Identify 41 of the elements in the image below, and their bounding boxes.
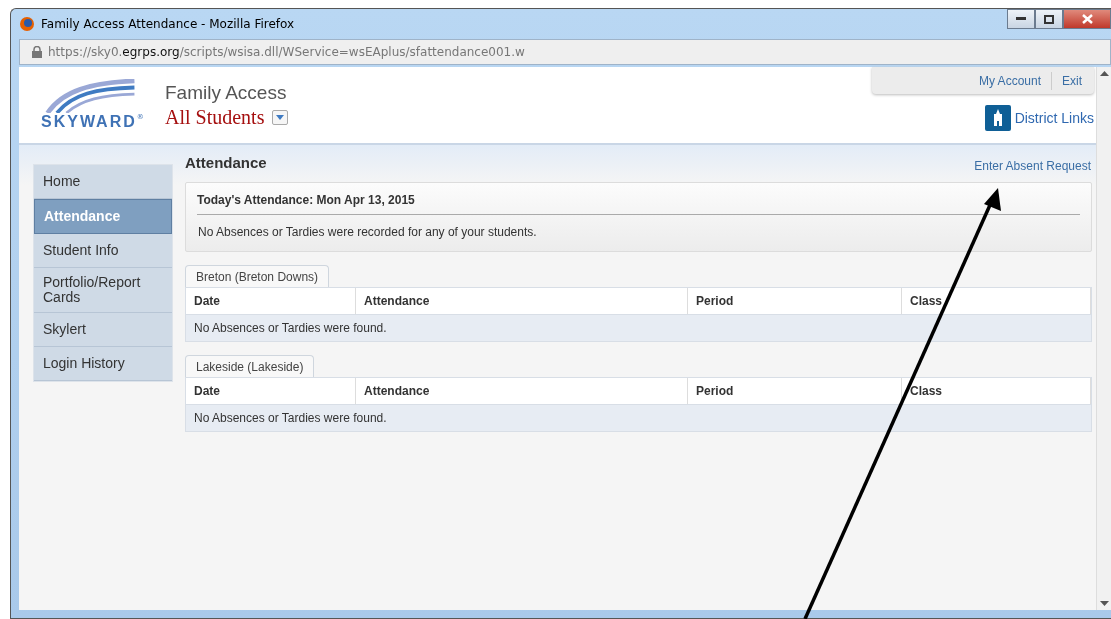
empty-message: No Absences or Tardies were found.: [193, 410, 388, 427]
header-link[interactable]: Exit: [1062, 73, 1082, 88]
window-title: Family Access Attendance - Mozilla Firefox: [41, 17, 295, 31]
column-header: Class: [902, 378, 1091, 404]
scrollbar[interactable]: [1096, 67, 1111, 610]
sidebar-item[interactable]: Skylert: [34, 313, 172, 347]
column-header: Period: [688, 288, 902, 314]
school-tab[interactable]: Breton (Breton Downs): [185, 265, 330, 287]
sidebar-item[interactable]: Login History: [34, 347, 172, 381]
column-header: Period: [688, 378, 902, 404]
address-bar[interactable]: https://sky0.egrps.org/scripts/wsisa.dll/WService=wsEAplus/sfattendance001.w: [19, 39, 1111, 65]
district-links-link[interactable]: District Links: [1014, 110, 1094, 126]
caret-icon: [276, 114, 285, 120]
column-header: Attendance: [356, 378, 688, 404]
column-header: Date: [186, 378, 356, 404]
sidebar-item[interactable]: Portfolio/Report Cards: [34, 268, 172, 313]
today-message: No Absences or Tardies were recorded for any of your students.: [197, 224, 538, 241]
product-name: Family Access: [165, 81, 288, 104]
scroll-up-icon[interactable]: [1099, 71, 1109, 76]
logo-text: SKYWARD: [41, 113, 137, 131]
browser-logo-icon: [19, 16, 35, 32]
absent-request-link[interactable]: Enter Absent Request: [974, 159, 1091, 173]
minimize-icon: [1016, 17, 1026, 21]
page-title: Attendance: [185, 154, 267, 171]
lock-icon: [32, 46, 42, 58]
close-icon: [1081, 14, 1093, 24]
empty-message: No Absences or Tardies were found.: [193, 320, 388, 337]
close-button[interactable]: [1063, 9, 1111, 29]
maximize-button[interactable]: [1035, 9, 1063, 29]
student-selector[interactable]: All Students: [165, 105, 265, 129]
school-tab[interactable]: Lakeside (Lakeside): [185, 355, 315, 377]
sidebar-item[interactable]: Student Info: [34, 234, 172, 268]
restore-icon: [1044, 14, 1054, 24]
column-header: Class: [902, 288, 1091, 314]
column-header: Date: [186, 288, 356, 314]
dropdown-button[interactable]: [272, 109, 289, 125]
minimize-button[interactable]: [1007, 9, 1035, 29]
column-header: Attendance: [356, 288, 688, 314]
header-link[interactable]: My Account: [978, 73, 1041, 88]
school-building-icon: [984, 105, 1011, 131]
scroll-down-icon[interactable]: [1099, 601, 1109, 606]
